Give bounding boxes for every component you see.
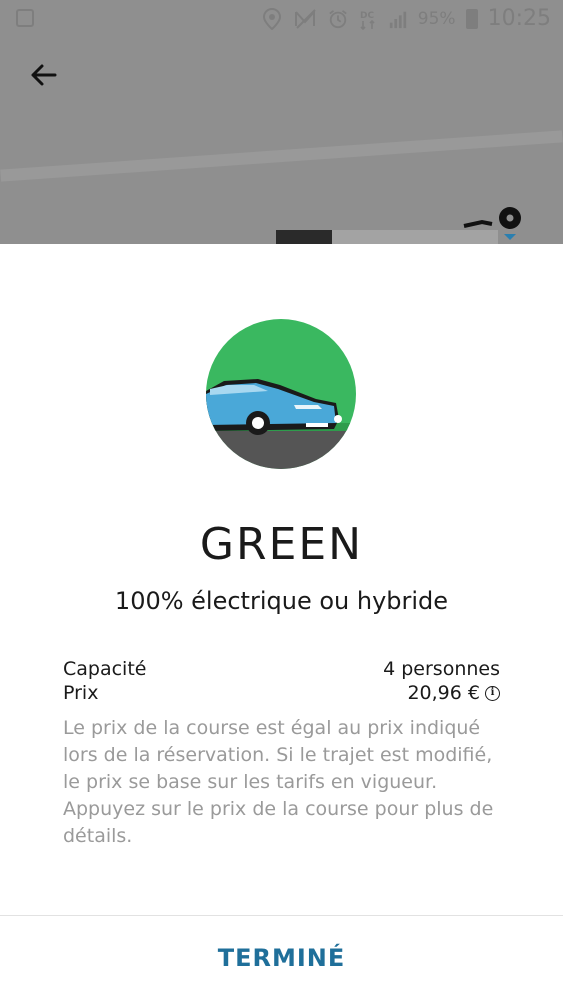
battery-icon (465, 8, 478, 29)
battery-percentage: 95% (417, 8, 456, 29)
alarm-icon (329, 9, 347, 28)
no-signal-icon (294, 8, 316, 29)
price-value[interactable]: 20,96 € (407, 681, 480, 705)
capacity-label: Capacité (63, 658, 147, 680)
map-pickup-marker (276, 230, 332, 244)
capacity-value: 4 personnes (383, 658, 500, 680)
arrow-left-icon (31, 64, 57, 86)
destination-marker-icon (463, 207, 521, 240)
price-note: Le prix de la course est égal au prix in… (63, 717, 494, 847)
done-button[interactable]: TERMINÉ (0, 916, 563, 1000)
vehicle-image (206, 319, 356, 469)
info-icon[interactable]: i (485, 685, 500, 701)
price-value-group[interactable]: 20,96 € i (407, 681, 500, 705)
vehicle-title: GREEN (199, 519, 364, 570)
cellular-icon (389, 11, 406, 28)
price-row: Prix 20,96 € i (63, 681, 500, 705)
back-button[interactable] (26, 58, 60, 92)
data-icon: DC (360, 11, 375, 30)
vehicle-subtitle: 100% électrique ou hybride (114, 587, 449, 615)
map-road (0, 130, 563, 182)
vehicle-details-sheet: GREEN 100% électrique ou hybride Capacit… (0, 244, 563, 1000)
clock: 10:25 (487, 6, 551, 31)
svg-text:DC: DC (360, 11, 374, 21)
location-icon (262, 7, 281, 30)
capacity-row: Capacité 4 personnes (63, 657, 500, 681)
image-icon (16, 9, 34, 27)
price-label: Prix (63, 682, 99, 704)
status-bar: DC 95% 10:25 (0, 0, 563, 40)
map-backdrop: DC 95% 10:25 (0, 0, 563, 244)
